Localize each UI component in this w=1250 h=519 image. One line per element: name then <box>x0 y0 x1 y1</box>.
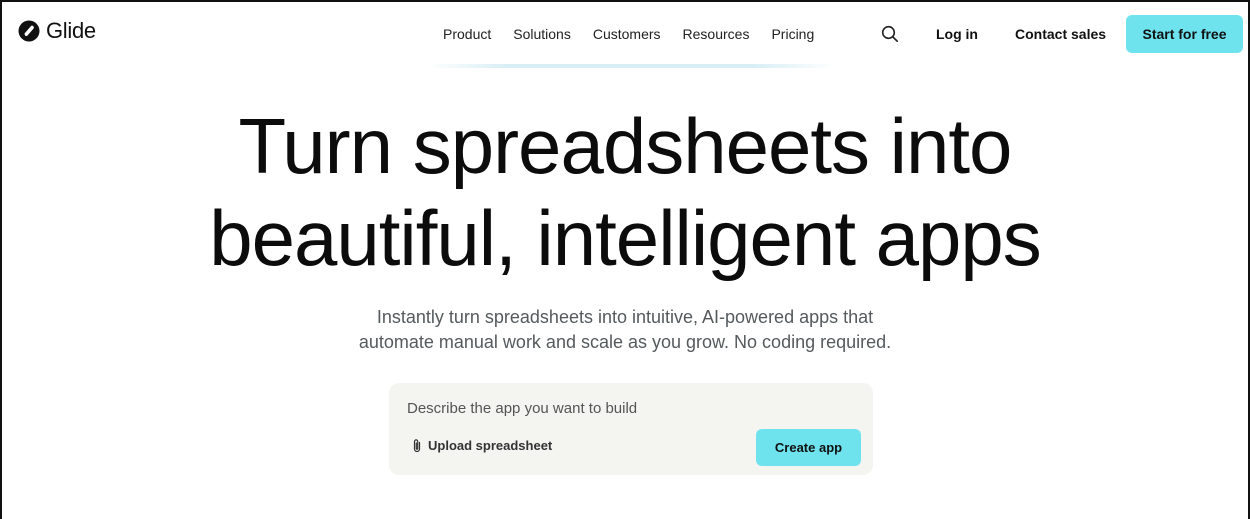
hero-subtitle-line-1: Instantly turn spreadsheets into intuiti… <box>376 307 874 327</box>
nav-link-solutions[interactable]: Solutions <box>502 24 582 44</box>
brand-logo[interactable]: Glide <box>18 20 96 42</box>
upload-spreadsheet-button[interactable]: Upload spreadsheet <box>410 438 552 454</box>
app-description-input[interactable] <box>407 397 847 419</box>
top-nav: Glide Product Solutions Customers Resour… <box>0 0 1250 68</box>
start-for-free-button[interactable]: Start for free <box>1126 15 1243 53</box>
hero-subtitle-line-2: automate manual work and scale as you gr… <box>358 332 892 352</box>
brand-name: Glide <box>46 18 96 43</box>
search-icon[interactable] <box>880 24 900 44</box>
hero-title: Turn spreadsheets into beautiful, intell… <box>0 100 1250 284</box>
nav-link-customers[interactable]: Customers <box>582 24 672 44</box>
nav-link-resources[interactable]: Resources <box>672 24 761 44</box>
app-prompt-box: Upload spreadsheet Create app <box>389 383 873 475</box>
nav-links: Product Solutions Customers Resources Pr… <box>432 24 825 44</box>
login-link[interactable]: Log in <box>936 24 978 44</box>
nav-highlight-bar <box>428 64 834 68</box>
hero-title-line-2: beautiful, intelligent apps <box>209 194 1042 282</box>
hero-title-line-1: Turn spreadsheets into <box>238 102 1013 190</box>
create-app-button[interactable]: Create app <box>756 429 861 466</box>
nav-link-pricing[interactable]: Pricing <box>760 24 825 44</box>
upload-spreadsheet-label: Upload spreadsheet <box>428 438 553 453</box>
contact-sales-link[interactable]: Contact sales <box>1015 24 1106 44</box>
glide-logo-icon <box>18 20 40 42</box>
paperclip-icon <box>413 439 421 453</box>
nav-link-product[interactable]: Product <box>432 24 502 44</box>
hero-subtitle: Instantly turn spreadsheets into intuiti… <box>0 305 1250 355</box>
